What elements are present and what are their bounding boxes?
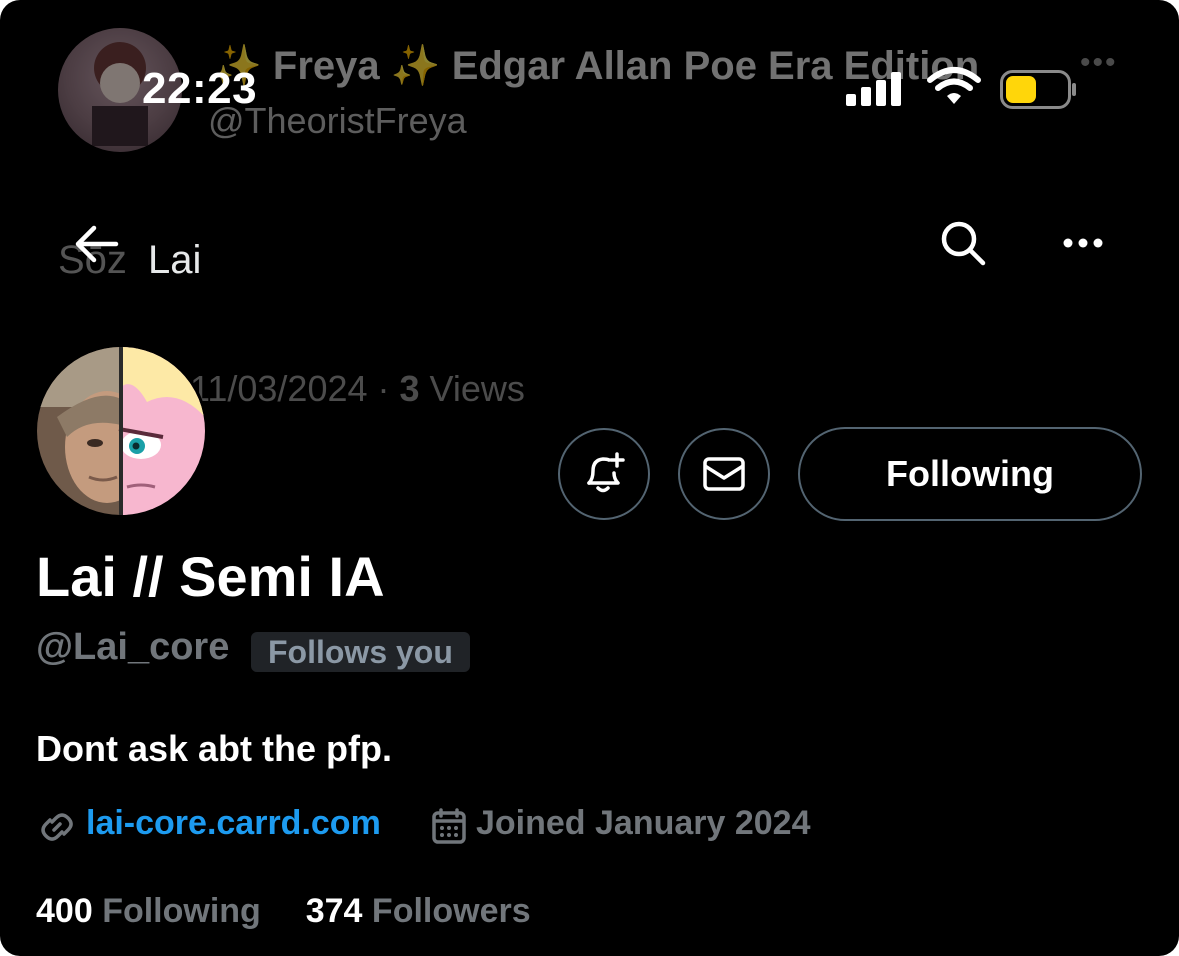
bell-plus-icon — [587, 452, 625, 493]
follows-you-badge: Follows you — [251, 632, 470, 672]
display-name: Lai // Semi IA — [36, 545, 385, 608]
link-icon — [41, 813, 73, 841]
battery-icon — [1000, 70, 1076, 109]
search-icon — [941, 221, 986, 266]
background-views-count: 3 — [399, 368, 420, 409]
followers-count: 374 — [305, 892, 363, 930]
message-button[interactable] — [678, 428, 770, 520]
website-link[interactable]: lai-core.carrd.com — [86, 804, 381, 843]
following-button[interactable]: Following — [798, 427, 1142, 521]
following-count: 400 — [36, 892, 93, 930]
profile-avatar[interactable] — [34, 344, 208, 518]
mail-icon — [703, 457, 745, 491]
search-button[interactable] — [938, 218, 988, 268]
profile-bio: Dont ask abt the pfp. — [36, 728, 393, 769]
cellular-signal-icon — [846, 72, 901, 106]
following-stat[interactable]: 400 Following — [36, 892, 261, 930]
background-date: 11/03/2024 · — [190, 368, 400, 409]
followers-stat[interactable]: 374 Followers — [306, 892, 531, 930]
more-icon — [1063, 238, 1103, 248]
background-date-views: 11/03/2024 · 3 Views — [190, 368, 525, 410]
followers-label: Followers — [371, 892, 531, 930]
status-time: 22:23 — [142, 64, 258, 113]
nav-title: Lai — [148, 238, 202, 282]
more-button[interactable] — [1058, 226, 1108, 260]
follow-stats: 400 Following 374 Followers — [36, 892, 531, 931]
background-more: ••• — [1080, 46, 1118, 79]
back-arrow-icon[interactable] — [72, 222, 120, 266]
wifi-icon — [927, 67, 981, 104]
following-label: Following — [102, 892, 261, 930]
joined-date: Joined January 2024 — [476, 804, 811, 842]
profile-handle: @Lai_core — [36, 626, 230, 668]
calendar-icon — [432, 808, 466, 844]
background-views-label: Views — [419, 368, 525, 409]
profile-screen: ✨ Freya ✨ Edgar Allan Poe Era Edition @T… — [0, 0, 1179, 956]
notifications-button[interactable] — [558, 428, 650, 520]
